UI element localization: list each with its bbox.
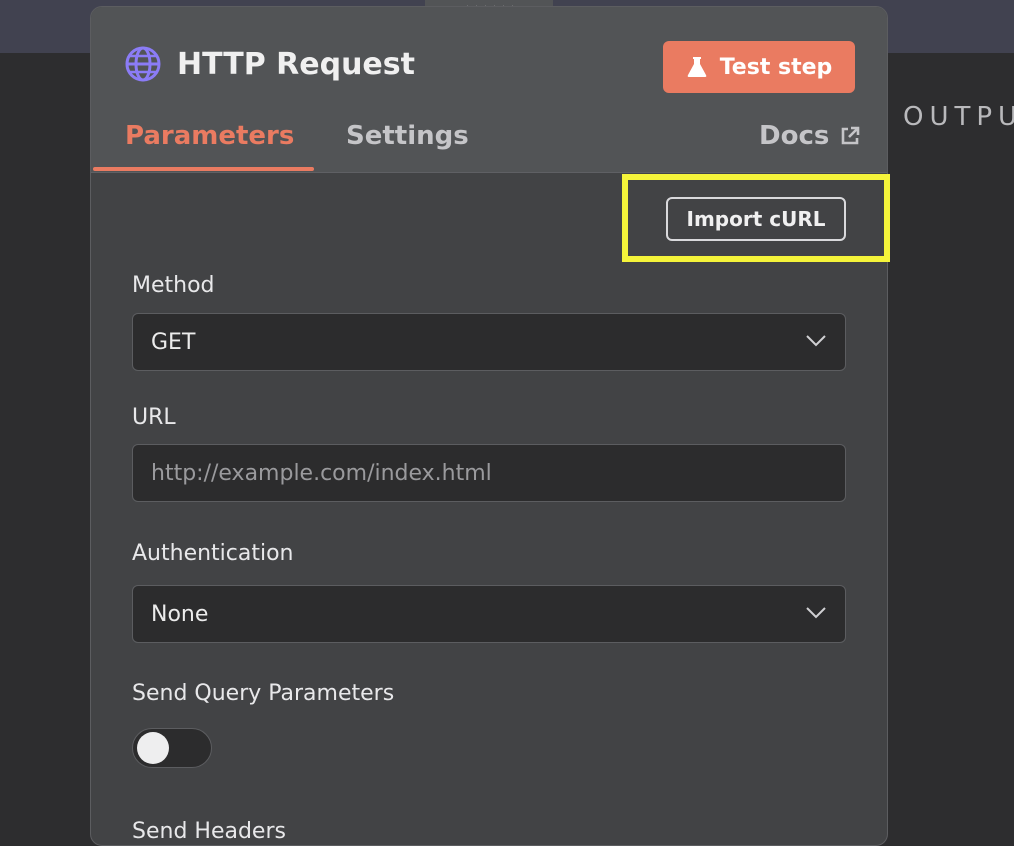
globe-icon [125, 46, 161, 82]
node-settings-panel: HTTP Request Test step Parameters Settin… [90, 6, 888, 846]
test-step-button[interactable]: Test step [663, 41, 855, 93]
method-label: Method [132, 273, 215, 298]
test-step-label: Test step [719, 54, 833, 80]
panel-header: HTTP Request Test step Parameters Settin… [91, 7, 887, 173]
authentication-label: Authentication [132, 541, 294, 566]
chevron-down-icon [806, 607, 826, 619]
output-section-label: OUTPU [903, 102, 1014, 132]
authentication-value: None [151, 601, 209, 627]
method-select[interactable]: GET [132, 313, 846, 371]
send-headers-label: Send Headers [132, 819, 286, 844]
import-curl-highlight [622, 174, 890, 262]
url-label: URL [132, 405, 176, 430]
method-value: GET [151, 329, 196, 355]
authentication-select[interactable]: None [132, 585, 846, 643]
active-tab-indicator [93, 167, 314, 171]
toggle-knob [137, 732, 169, 764]
url-input[interactable]: http://example.com/index.html [132, 444, 846, 502]
url-placeholder: http://example.com/index.html [151, 460, 492, 486]
node-title: HTTP Request [177, 47, 415, 82]
tab-docs[interactable]: Docs [759, 121, 861, 151]
flask-icon [687, 57, 707, 77]
tab-docs-label: Docs [759, 121, 830, 151]
external-link-icon [842, 126, 860, 145]
send-query-parameters-label: Send Query Parameters [132, 681, 395, 706]
chevron-down-icon [806, 335, 826, 347]
tab-parameters[interactable]: Parameters [125, 121, 294, 151]
tab-settings[interactable]: Settings [346, 121, 469, 151]
send-query-parameters-toggle[interactable] [132, 728, 212, 768]
